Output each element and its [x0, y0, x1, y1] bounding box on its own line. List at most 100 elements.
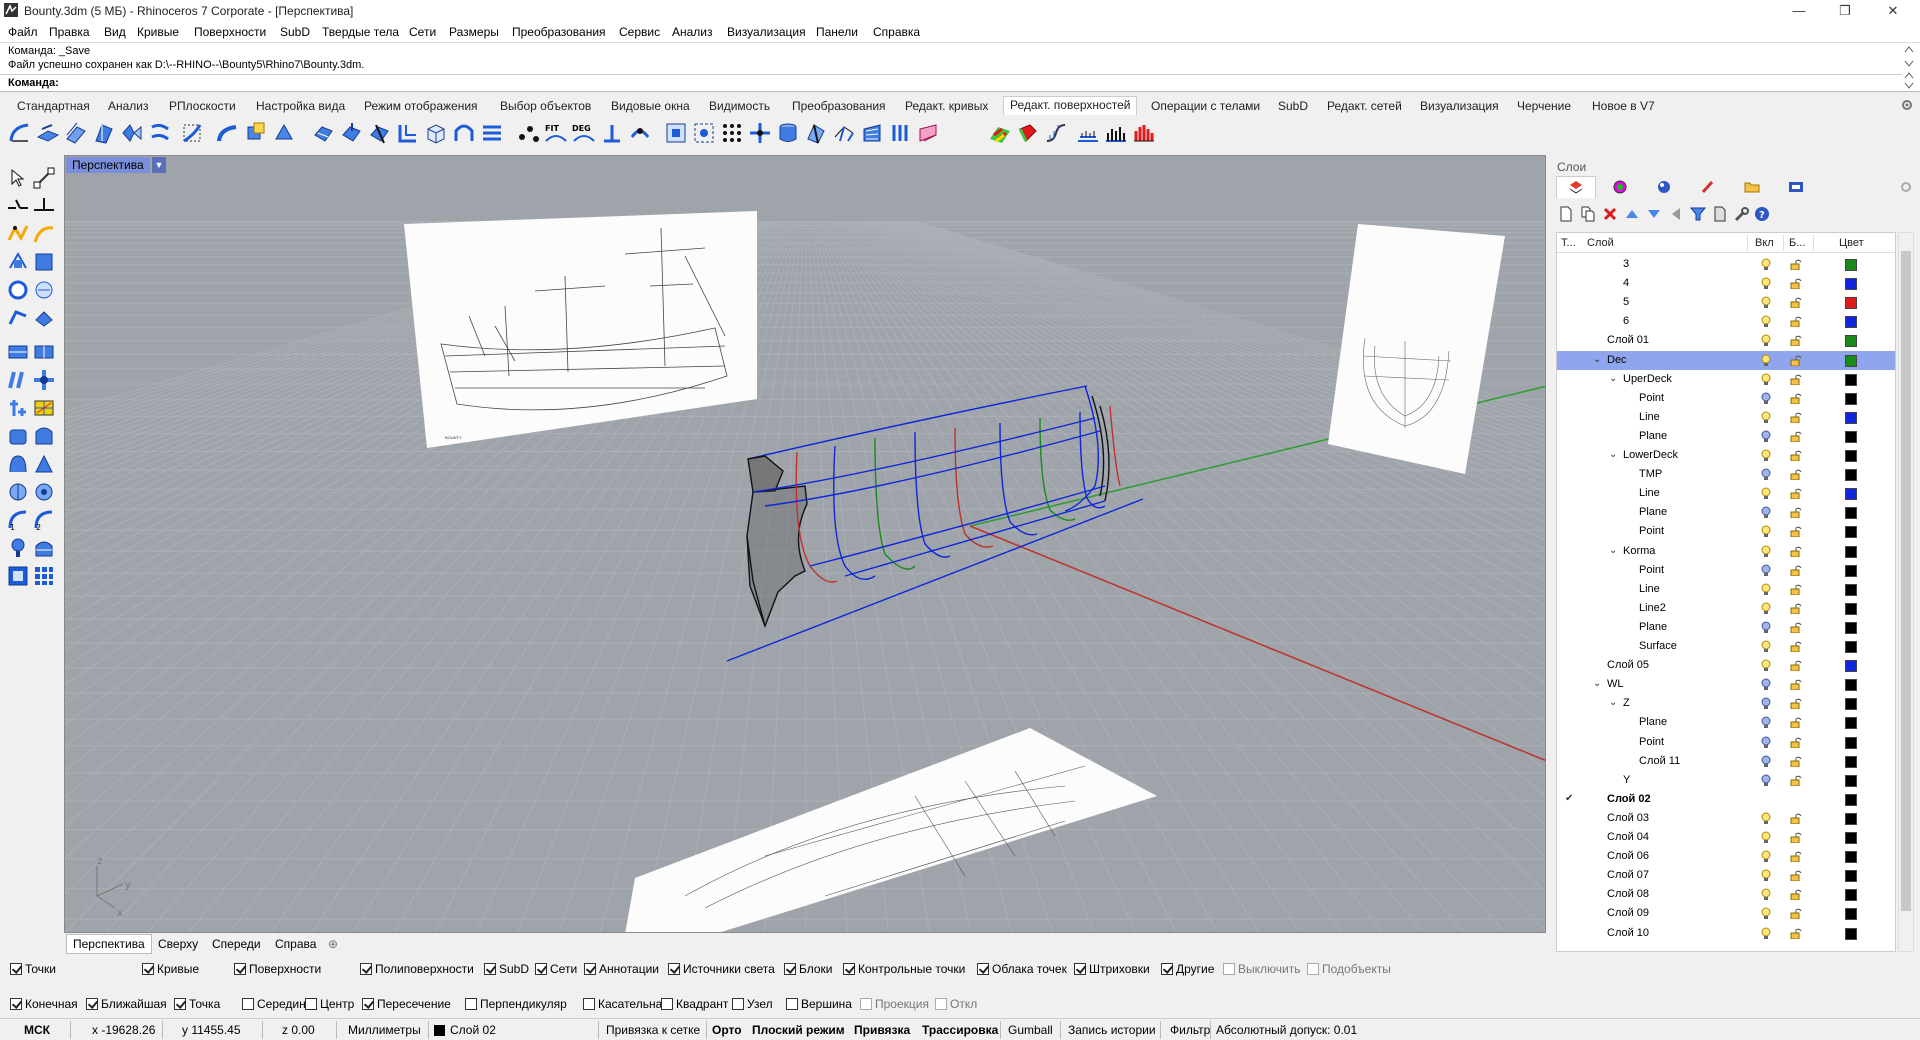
layer-color-swatch[interactable]: [1845, 717, 1857, 730]
expand-chevron-icon[interactable]: ⌄: [1609, 545, 1617, 556]
lightbulb-icon[interactable]: [1761, 392, 1771, 405]
planar-toggle[interactable]: Плоский режим: [752, 1023, 845, 1037]
layer-row[interactable]: Слой 11: [1557, 752, 1895, 771]
lightbulb-icon[interactable]: [1761, 659, 1771, 672]
lightbulb-icon[interactable]: [1761, 411, 1771, 424]
add-viewport-icon[interactable]: ⊕: [328, 937, 338, 951]
current-layer[interactable]: Слой 02: [450, 1023, 496, 1037]
help-icon[interactable]: ?: [1754, 206, 1770, 222]
layer-color-swatch[interactable]: [1845, 641, 1857, 653]
tab-viewport-right[interactable]: Справа: [275, 937, 316, 951]
osnap-checkbox[interactable]: Проекция: [860, 997, 929, 1011]
lightbulb-icon[interactable]: [1761, 812, 1771, 825]
lightbulb-icon[interactable]: [1761, 334, 1771, 347]
tab-set-view[interactable]: Настройка вида: [256, 99, 345, 113]
grid-snap-toggle[interactable]: Привязка к сетке: [606, 1023, 700, 1037]
lightbulb-icon[interactable]: [1761, 602, 1771, 615]
unlock-icon[interactable]: [1790, 698, 1802, 710]
layer-row[interactable]: Слой 07: [1557, 866, 1895, 885]
layer-color-swatch[interactable]: [1845, 297, 1857, 310]
layer-color-swatch[interactable]: [1845, 545, 1857, 558]
unlock-icon[interactable]: [1790, 316, 1802, 328]
insert-knot-icon[interactable]: [600, 121, 624, 145]
layer-row[interactable]: ⌄ UperDeck: [1557, 370, 1895, 389]
layer-row[interactable]: Line: [1557, 408, 1895, 427]
unlock-icon[interactable]: [1790, 393, 1802, 404]
lightbulb-icon[interactable]: [1761, 697, 1771, 710]
osnap-checkbox[interactable]: Пересечение: [362, 997, 451, 1011]
match-surface-icon[interactable]: [148, 121, 172, 145]
tab-new-in-v7[interactable]: Новое в V7: [1592, 99, 1655, 113]
unlock-icon[interactable]: [1790, 565, 1802, 576]
unlock-icon[interactable]: [1790, 431, 1802, 442]
cylinder-icon[interactable]: [6, 424, 30, 448]
fillet-edge-icon[interactable]: 1: [6, 508, 30, 532]
minimize-button[interactable]: —: [1776, 0, 1822, 22]
close-button[interactable]: ✕: [1870, 0, 1916, 22]
curvature-analysis-icon[interactable]: [1016, 121, 1040, 145]
unlock-icon[interactable]: [1790, 488, 1802, 500]
tab-select[interactable]: Выбор объектов: [500, 99, 591, 113]
layer-row[interactable]: 6: [1557, 312, 1895, 331]
unlock-icon[interactable]: [1790, 756, 1802, 767]
tab-viewport-perspective[interactable]: Перспектива: [66, 934, 152, 954]
osnap-checkbox[interactable]: Центр: [305, 997, 354, 1011]
osnap-checkbox[interactable]: Середина: [242, 997, 312, 1011]
expand-chevron-icon[interactable]: ⌄: [1609, 449, 1617, 460]
polygon-icon[interactable]: [32, 278, 56, 302]
chamfer-surface-icon[interactable]: [36, 121, 60, 145]
layer-states-icon[interactable]: [1712, 206, 1728, 222]
tab-mesh-tools[interactable]: Редакт. сетей: [1327, 99, 1402, 113]
unlock-icon[interactable]: [1790, 355, 1802, 366]
layer-row[interactable]: Слой 08: [1557, 885, 1895, 904]
layer-list-scrollbar[interactable]: [1898, 232, 1914, 952]
tools-icon[interactable]: [1734, 206, 1750, 222]
blend-surface-icon[interactable]: [120, 121, 144, 145]
header-lock[interactable]: Б...: [1789, 237, 1805, 249]
environment-tab-icon[interactable]: [1656, 179, 1672, 195]
layer-color-swatch[interactable]: [1845, 450, 1857, 462]
expand-chevron-icon[interactable]: ⌄: [1593, 678, 1601, 689]
unlock-icon[interactable]: [1790, 717, 1802, 729]
unlock-icon[interactable]: [1790, 737, 1802, 748]
unlock-icon[interactable]: [1790, 870, 1802, 882]
unlock-icon[interactable]: [1790, 603, 1802, 614]
osnap-toggle[interactable]: Привязка: [854, 1023, 910, 1037]
header-layer[interactable]: Слой: [1587, 237, 1614, 249]
unlock-icon[interactable]: [1790, 889, 1802, 901]
lightbulb-icon[interactable]: [1761, 430, 1771, 443]
layer-row[interactable]: Line: [1557, 580, 1895, 599]
interpolate-curve-icon[interactable]: [32, 222, 56, 246]
unlock-icon[interactable]: [1790, 641, 1802, 652]
layer-color-swatch[interactable]: [1845, 927, 1857, 940]
fit-icon[interactable]: FIT: [544, 121, 568, 145]
network-surface-icon[interactable]: [832, 121, 856, 145]
move-up-icon[interactable]: [1624, 206, 1640, 222]
lightbulb-icon[interactable]: [1761, 831, 1771, 844]
menu-subd[interactable]: SubD: [280, 25, 310, 39]
layer-color-swatch[interactable]: [1845, 583, 1857, 596]
layer-row[interactable]: Point: [1557, 733, 1895, 752]
layer-row[interactable]: Line: [1557, 484, 1895, 503]
unlock-icon[interactable]: [1790, 851, 1802, 863]
menu-file[interactable]: Файл: [8, 25, 38, 39]
new-sublayer-icon[interactable]: [1580, 206, 1596, 222]
expand-chevron-icon[interactable]: ⌄: [1609, 697, 1617, 708]
untrim-icon[interactable]: [244, 121, 268, 145]
tab-drafting[interactable]: Черчение: [1517, 99, 1571, 113]
lightbulb-icon[interactable]: [1761, 583, 1771, 596]
layer-row[interactable]: Plane: [1557, 713, 1895, 732]
grid-display-icon[interactable]: [32, 564, 56, 588]
layer-row[interactable]: 4: [1557, 274, 1895, 293]
tab-visibility[interactable]: Видимость: [709, 99, 770, 113]
layer-row[interactable]: ⌄ Dec: [1557, 350, 1895, 370]
layer-color-swatch[interactable]: [1845, 621, 1857, 634]
layer-color-swatch[interactable]: [1845, 430, 1857, 443]
surface-edge-curves-icon[interactable]: [32, 340, 56, 364]
layer-row[interactable]: Plane: [1557, 427, 1895, 446]
lightbulb-icon[interactable]: [1761, 736, 1771, 749]
viewport-title[interactable]: Перспектива: [66, 157, 150, 173]
environment-map-icon[interactable]: [1104, 121, 1128, 145]
layer-color-swatch[interactable]: [1845, 698, 1857, 711]
layer-color-swatch[interactable]: [1845, 316, 1857, 329]
